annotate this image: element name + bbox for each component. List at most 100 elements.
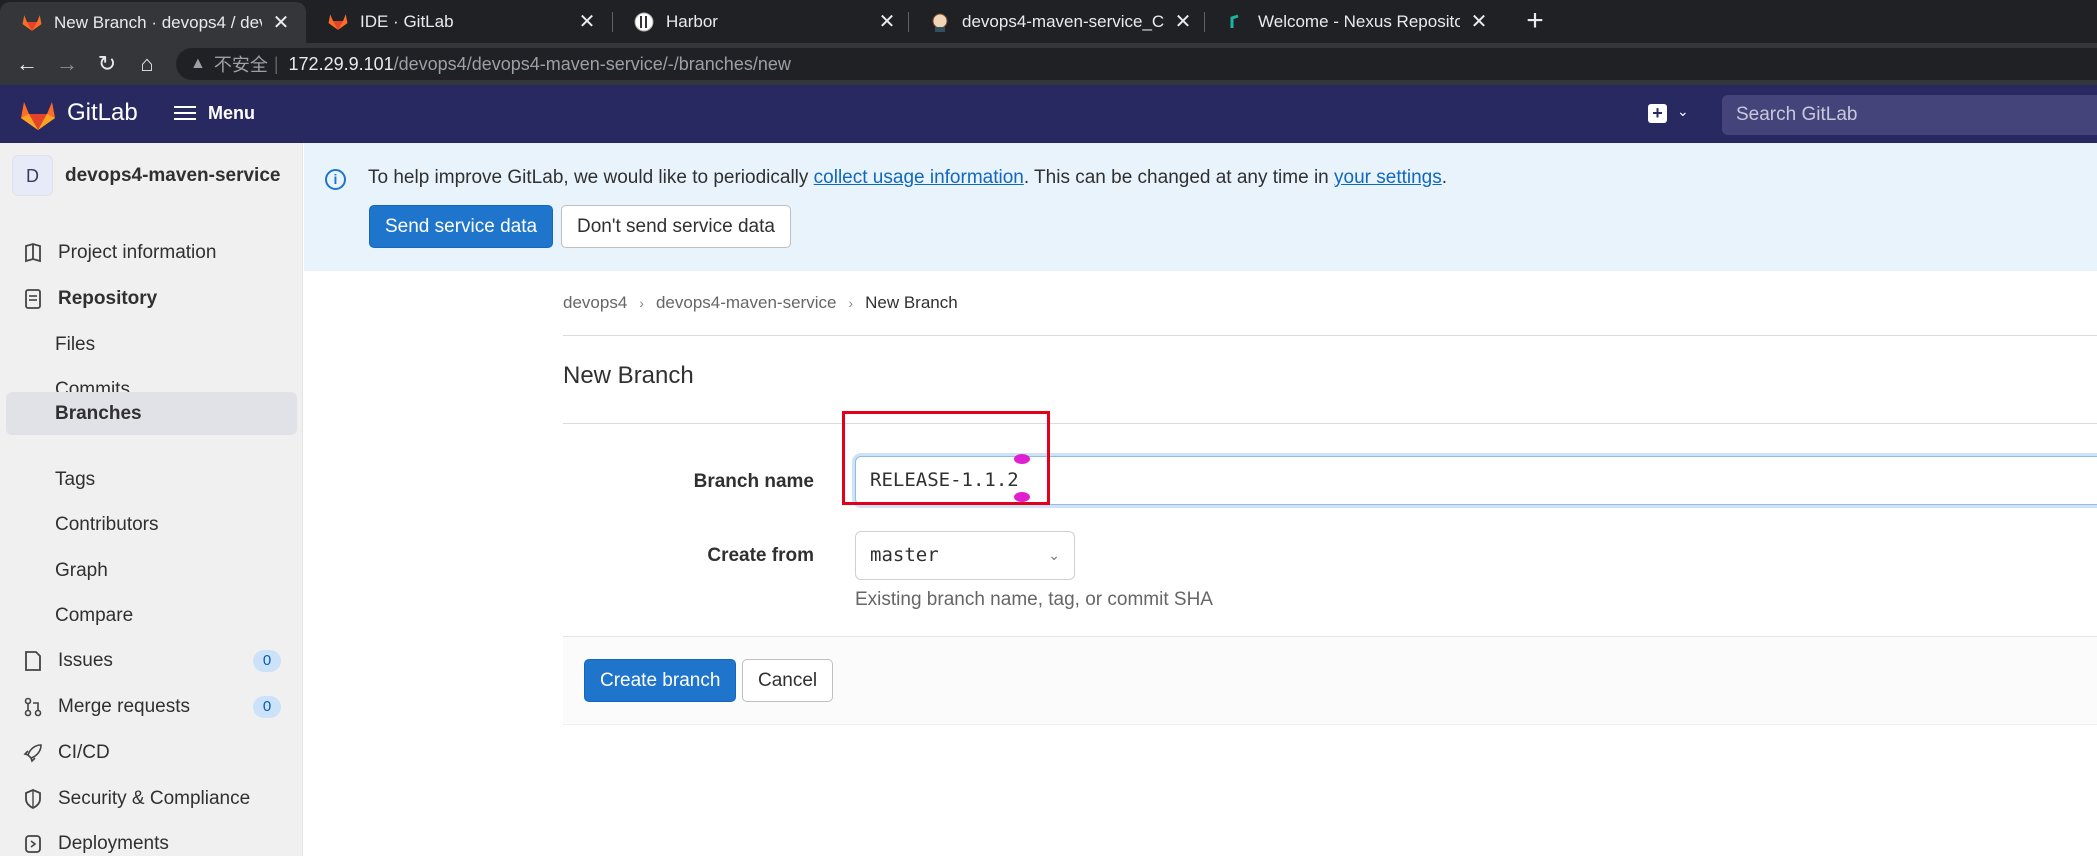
divider: | [273, 53, 279, 74]
sidebar-item-compare[interactable]: Compare [6, 594, 297, 637]
text-cursor-handle-icon [1014, 492, 1030, 502]
sidebar-item-issues[interactable]: Issues 0 [6, 639, 297, 682]
chevron-down-icon: ⌄ [1048, 547, 1060, 563]
collect-usage-link[interactable]: collect usage information [814, 167, 1024, 188]
gitlab-top-bar: GitLab Menu + ⌄ Search GitLab [0, 85, 2097, 143]
browser-tab-nexus[interactable]: Welcome - Nexus Repository Manager ✕ [1204, 0, 1504, 43]
gitlab-icon [22, 13, 42, 33]
security-label: 不安全 [213, 55, 268, 75]
sidebar-item-label: Compare [55, 604, 134, 626]
rocket-icon [22, 742, 44, 764]
chevron-right-icon: › [848, 295, 854, 311]
url-host: 172.29.9.101 [288, 53, 394, 74]
reload-icon[interactable]: ↻ [92, 49, 122, 79]
merge-requests-count-badge: 0 [253, 696, 281, 718]
sidebar-item-label: Repository [58, 287, 158, 309]
browser-toolbar: ← → ↻ ⌂ ▲ 不安全 | 172.29.9.101 /devops4/de… [0, 43, 2097, 85]
breadcrumb-item-project[interactable]: devops4-maven-service [656, 293, 836, 313]
sidebar-item-repository[interactable]: Repository [6, 277, 297, 320]
repository-icon [22, 288, 44, 310]
text-cursor-handle-icon [1014, 454, 1030, 464]
sidebar-item-branches[interactable]: Branches [6, 392, 297, 435]
sidebar-item-label: Issues [58, 649, 113, 671]
sidebar-item-deployments[interactable]: Deployments [6, 822, 297, 865]
tab-title: devops4-maven-service_CI #9 [962, 11, 1164, 31]
url-path: /devops4/devops4-maven-service/-/branche… [393, 53, 791, 74]
sidebar-item-merge-requests[interactable]: Merge requests 0 [6, 685, 297, 728]
shield-icon [22, 788, 44, 810]
banner-text-part: To help improve GitLab, we would like to… [368, 167, 814, 188]
browser-tab-ide[interactable]: IDE · GitLab ✕ [306, 0, 612, 43]
banner-message: To help improve GitLab, we would like to… [368, 167, 1447, 189]
branch-name-label: Branch name [693, 471, 814, 492]
project-name: devops4-maven-service [65, 164, 281, 186]
back-arrow-icon[interactable]: ← [12, 49, 42, 79]
browser-tab-new-branch[interactable]: New Branch · devops4 / devops4-maven-ser… [0, 2, 306, 43]
chevron-right-icon: › [639, 295, 644, 311]
gitlab-logo-icon[interactable] [20, 99, 56, 131]
sidebar-item-label: Security & Compliance [58, 787, 251, 809]
divider [563, 335, 2097, 336]
sidebar-item-label: Tags [55, 468, 96, 490]
nexus-icon [1226, 12, 1246, 32]
close-icon[interactable]: ✕ [1172, 9, 1194, 34]
sidebar-item-project-information[interactable]: Project information [6, 231, 297, 274]
project-avatar: D [12, 155, 53, 196]
your-settings-link[interactable]: your settings [1334, 167, 1442, 188]
hamburger-icon [174, 102, 196, 124]
sidebar-item-label: Deployments [58, 832, 169, 854]
browser-tab-bar: New Branch · devops4 / devops4-maven-ser… [0, 0, 2097, 43]
gitlab-brand[interactable]: GitLab [67, 99, 138, 127]
breadcrumb: devops4 › devops4-maven-service › New Br… [563, 293, 958, 313]
dont-send-service-data-button[interactable]: Don't send service data [561, 205, 791, 248]
banner-text-part: . This can be changed at any time in [1023, 167, 1335, 188]
close-icon[interactable]: ✕ [576, 9, 598, 34]
search-input[interactable]: Search GitLab [1722, 95, 2097, 135]
breadcrumb-item-current[interactable]: New Branch [865, 293, 958, 313]
browser-tab-harbor[interactable]: Harbor ✕ [612, 0, 912, 43]
sidebar-item-label: Contributors [55, 513, 159, 535]
send-service-data-button[interactable]: Send service data [369, 205, 554, 248]
issues-count-badge: 0 [253, 650, 281, 672]
tab-title: IDE · GitLab [360, 11, 454, 31]
create-from-dropdown[interactable]: master ⌄ [855, 531, 1075, 580]
close-icon[interactable]: ✕ [876, 9, 898, 34]
sidebar-project-header[interactable]: D devops4-maven-service [12, 155, 280, 196]
chevron-down-icon[interactable]: ⌄ [1677, 103, 1689, 120]
create-branch-button[interactable]: Create branch [584, 659, 737, 702]
sidebar-item-contributors[interactable]: Contributors [6, 503, 297, 546]
create-from-label: Create from [707, 545, 814, 566]
harbor-icon [634, 12, 654, 32]
home-icon[interactable]: ⌂ [132, 49, 162, 79]
close-icon[interactable]: ✕ [1468, 9, 1490, 34]
breadcrumb-item-group[interactable]: devops4 [563, 293, 627, 313]
create-from-help-text: Existing branch name, tag, or commit SHA [855, 589, 1213, 610]
tab-title: Welcome - Nexus Repository Manager [1258, 11, 1460, 31]
menu-button[interactable]: Menu [174, 102, 255, 124]
warning-triangle-icon: ▲ [190, 55, 206, 72]
sidebar-item-label: Project information [58, 241, 217, 263]
forward-arrow-icon[interactable]: → [52, 49, 82, 79]
plus-square-icon[interactable]: + [1648, 104, 1667, 123]
address-bar[interactable]: ▲ 不安全 | 172.29.9.101 /devops4/devops4-ma… [176, 48, 2097, 80]
tab-title: Harbor [666, 11, 718, 31]
sidebar-item-label: Merge requests [58, 695, 191, 717]
sidebar-item-label: Graph [55, 559, 108, 581]
tab-title: New Branch · devops4 / devops4-maven-ser… [54, 12, 262, 32]
sidebar-item-security-compliance[interactable]: Security & Compliance [6, 777, 297, 820]
issues-icon [22, 650, 44, 672]
close-icon[interactable]: ✕ [270, 10, 292, 35]
cancel-button[interactable]: Cancel [742, 659, 834, 702]
sidebar-item-ci-cd[interactable]: CI/CD [6, 731, 297, 774]
menu-label: Menu [208, 102, 255, 123]
browser-tab-jenkins[interactable]: devops4-maven-service_CI #9 ✕ [908, 0, 1208, 43]
sidebar-item-graph[interactable]: Graph [6, 549, 297, 592]
sidebar-item-tags[interactable]: Tags [6, 458, 297, 501]
gitlab-icon [328, 12, 348, 32]
project-info-icon [22, 242, 44, 264]
sidebar-item-files[interactable]: Files [6, 323, 297, 366]
banner-text-part: . [1441, 167, 1448, 188]
page-title: New Branch [563, 362, 694, 389]
sidebar-item-label: Branches [55, 402, 142, 424]
new-tab-button[interactable]: + [1518, 4, 1552, 38]
